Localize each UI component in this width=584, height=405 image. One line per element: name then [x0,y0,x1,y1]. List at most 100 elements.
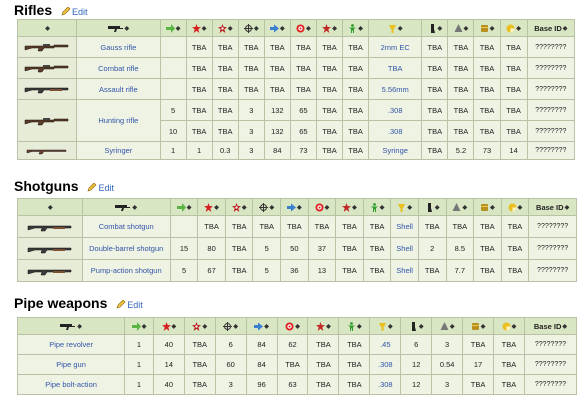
col-magazine-icon-header[interactable]: ◆ [400,317,433,335]
sort-arrow-icon[interactable]: ◆ [306,26,311,32]
col-ammo-type-icon-header[interactable]: ◆ [368,19,423,37]
col-durability-icon-header[interactable]: ◆ [462,317,495,335]
sort-arrow-icon[interactable]: ◆ [407,205,412,211]
sort-arrow-icon[interactable]: ◆ [357,324,362,330]
sort-arrow-icon[interactable]: ◆ [176,26,181,32]
col-value-icon-header[interactable]: ◆ [445,198,475,216]
sort-arrow-icon[interactable]: ◆ [562,324,567,330]
weapon-name-link[interactable]: Pipe gun [16,354,126,375]
col-value-icon-header[interactable]: ◆ [431,317,464,335]
sort-arrow-icon[interactable]: ◆ [187,205,192,211]
sort-arrow-icon[interactable]: ◆ [388,324,393,330]
sort-arrow-icon[interactable]: ◆ [563,26,568,32]
sort-arrow-icon[interactable]: ◆ [254,26,259,32]
col-damage-icon-header[interactable]: ◆ [152,317,185,335]
sort-arrow-icon[interactable]: ◆ [464,26,469,32]
sort-arrow-icon[interactable]: ◆ [280,26,285,32]
sort-arrow-icon[interactable]: ◆ [332,26,337,32]
weapon-name-link[interactable]: Syringer [76,141,161,160]
sort-arrow-icon[interactable]: ◆ [358,26,363,32]
weapon-name-link[interactable]: Double-barrel shotgun [81,237,171,260]
col-name-header[interactable]: ◆ [81,198,171,216]
sort-arrow-icon[interactable]: ◆ [77,324,82,330]
weapon-name-link[interactable]: Combat rifle [76,57,161,79]
col-spread-icon-header[interactable]: ◆ [252,198,282,216]
weapon-name-link[interactable]: Gauss rifle [76,36,161,58]
sort-arrow-icon[interactable]: ◆ [228,26,233,32]
col-damage-icon-header[interactable]: ◆ [185,19,213,37]
sort-arrow-icon[interactable]: ◆ [450,324,455,330]
sort-arrow-icon[interactable]: ◆ [214,205,219,211]
sort-arrow-icon[interactable]: ◆ [462,205,467,211]
sort-arrow-icon[interactable]: ◆ [438,26,443,32]
col-damage-icon-header[interactable]: ◆ [197,198,226,216]
sort-arrow-icon[interactable]: ◆ [326,324,331,330]
col-ammo-type-icon-header[interactable]: ◆ [369,317,402,335]
sort-arrow-icon[interactable]: ◆ [269,205,274,211]
sort-arrow-icon[interactable]: ◆ [172,324,177,330]
weapon-name-link[interactable]: Pipe bolt-action [16,374,126,395]
sort-arrow-icon[interactable]: ◆ [490,205,495,211]
col-ammo-icon-header[interactable]: ◆ [169,198,199,216]
shotguns-edit-link[interactable]: Edit [87,183,114,193]
col-image-header[interactable]: ◆ [16,19,78,37]
col-strength-icon-header[interactable]: ◆ [342,19,370,37]
col-name-header[interactable]: ◆ [16,317,126,335]
col-ammo-cap-icon-header[interactable]: ◆ [500,198,530,216]
sort-arrow-icon[interactable]: ◆ [233,324,238,330]
sort-arrow-icon[interactable]: ◆ [264,324,269,330]
col-crit-chance-icon-header[interactable]: ◆ [315,19,344,37]
col-image-header[interactable]: ◆ [17,198,83,216]
weapon-name-link[interactable]: Combat shotgun [81,215,171,238]
sort-arrow-icon[interactable]: ◆ [419,324,424,330]
sort-arrow-icon[interactable]: ◆ [380,205,385,211]
sort-arrow-icon[interactable]: ◆ [295,324,300,330]
col-ap-icon-header[interactable]: ◆ [307,198,337,216]
col-name-header[interactable]: ◆ [76,19,161,37]
sort-arrow-icon[interactable]: ◆ [132,205,137,211]
sort-arrow-icon[interactable]: ◆ [481,324,486,330]
col-ammo-cap-icon-header[interactable]: ◆ [499,19,528,37]
col-crit-damage-icon-header[interactable]: ◆ [183,317,216,335]
col-spread-icon-header[interactable]: ◆ [237,19,265,37]
col-base-id-header[interactable]: Base ID◆ [523,317,578,335]
sort-arrow-icon[interactable]: ◆ [325,205,330,211]
col-crit-damage-icon-header[interactable]: ◆ [211,19,239,37]
col-strength-icon-header[interactable]: ◆ [338,317,371,335]
col-crit-damage-icon-header[interactable]: ◆ [224,198,254,216]
col-base-id-header[interactable]: Base ID◆ [528,198,577,216]
sort-arrow-icon[interactable]: ◆ [142,324,147,330]
col-ammo-cap-icon-header[interactable]: ◆ [493,317,525,335]
sort-arrow-icon[interactable]: ◆ [202,324,207,330]
pipe-edit-link[interactable]: Edit [116,300,143,310]
col-magazine-icon-header[interactable]: ◆ [421,19,449,37]
sort-arrow-icon[interactable]: ◆ [565,205,570,211]
col-value-icon-header[interactable]: ◆ [447,19,475,37]
weapon-name-link[interactable]: Pump-action shotgun [81,259,171,282]
weapon-name-link[interactable]: Pipe revolver [16,334,126,355]
sort-arrow-icon[interactable]: ◆ [512,324,517,330]
col-ammo-icon-header[interactable]: ◆ [159,19,187,37]
sort-arrow-icon[interactable]: ◆ [48,205,53,211]
sort-arrow-icon[interactable]: ◆ [435,205,440,211]
sort-arrow-icon[interactable]: ◆ [518,205,523,211]
sort-arrow-icon[interactable]: ◆ [352,205,357,211]
col-ammo-icon-header[interactable]: ◆ [124,317,154,335]
col-speed-icon-header[interactable]: ◆ [263,19,291,37]
col-magazine-icon-header[interactable]: ◆ [417,198,447,216]
col-spread-icon-header[interactable]: ◆ [214,317,247,335]
col-base-id-header[interactable]: Base ID◆ [526,19,576,37]
sort-arrow-icon[interactable]: ◆ [125,26,130,32]
sort-arrow-icon[interactable]: ◆ [398,26,403,32]
col-strength-icon-header[interactable]: ◆ [362,198,392,216]
sort-arrow-icon[interactable]: ◆ [242,205,247,211]
weapon-name-link[interactable]: Hunting rifle [76,99,161,142]
weapon-name-link[interactable]: Assault rifle [76,78,161,100]
col-crit-chance-icon-header[interactable]: ◆ [307,317,340,335]
sort-arrow-icon[interactable]: ◆ [202,26,207,32]
col-crit-chance-icon-header[interactable]: ◆ [335,198,364,216]
col-speed-icon-header[interactable]: ◆ [245,317,278,335]
sort-arrow-icon[interactable]: ◆ [516,26,521,32]
col-durability-icon-header[interactable]: ◆ [473,19,501,37]
col-durability-icon-header[interactable]: ◆ [473,198,502,216]
